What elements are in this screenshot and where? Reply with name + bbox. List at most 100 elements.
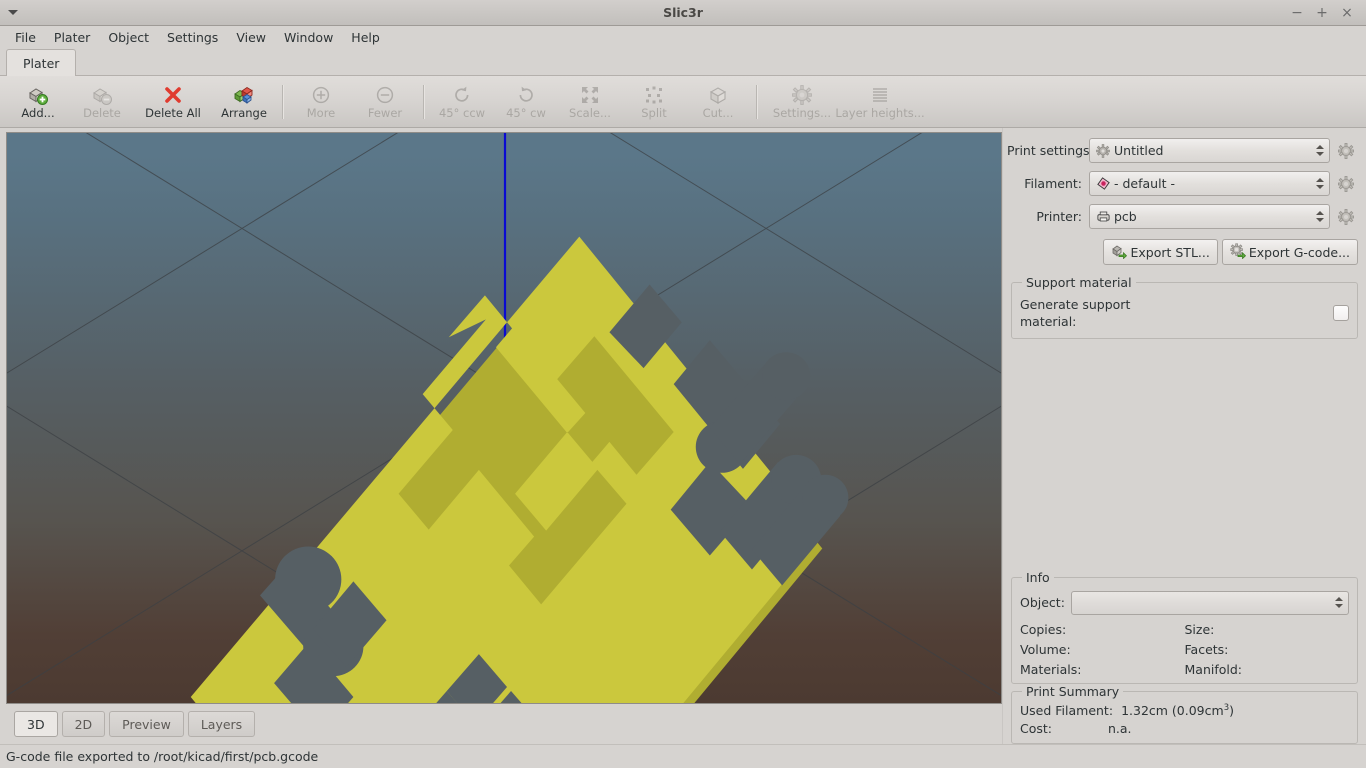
window-menu-button[interactable] [0,0,26,26]
3d-viewport[interactable] [6,132,1002,704]
slic3r-window: Slic3r − + × File Plater Object Settings Vie… [0,0,1366,768]
plater-left-pane: 3D 2D Preview Layers [0,128,1002,744]
window-controls: − + × [1286,3,1366,23]
menu-item-plater[interactable]: Plater [45,28,99,47]
toolbar-button-45-cw: 45° cw [494,78,558,126]
info-field-facets: Facets: [1184,641,1229,657]
status-bar: G-code file exported to /root/kicad/firs… [0,744,1366,768]
cost-label: Cost: [1020,721,1053,736]
filament-spinner[interactable] [1312,173,1327,194]
maximize-button[interactable]: + [1311,3,1333,23]
toolbar-button-label: Cut... [702,106,734,120]
filament-combo[interactable]: - default - [1089,171,1330,196]
object-spinner[interactable] [1331,592,1346,613]
notebook-tab-bar: Plater [0,48,1366,76]
info-field-grid: Copies: Size: Volume: Facets: Materials: Mani… [1020,622,1349,677]
rotate-cw-icon [514,84,538,106]
generate-support-checkbox[interactable] [1333,305,1349,321]
toolbar-button-label: Split [641,106,667,120]
object-combo[interactable] [1070,590,1349,615]
used-filament-label: Used Filament: [1020,702,1114,718]
printer-gear-icon[interactable] [1334,206,1358,228]
window-title: Slic3r [663,5,703,20]
cost-row: Cost: n.a. [1020,721,1349,736]
rotate-ccw-icon [450,84,474,106]
toolbar-button-delete-all[interactable]: Delete All [134,78,212,126]
object-row: Object: [1020,590,1349,615]
filament-value: - default - [1114,176,1175,191]
info-field-materials: Materials: [1020,661,1082,677]
layers-icon [868,84,892,106]
info-field-volume: Volume: [1020,641,1071,657]
menu-item-settings[interactable]: Settings [158,28,227,47]
toolbar-button-scale: Scale... [558,78,622,126]
toolbar-button-label: Settings... [772,106,832,120]
toolbar-button-label: Scale... [569,106,611,120]
menu-item-window[interactable]: Window [275,28,342,47]
toolbar-button-more: More [289,78,353,126]
view-tab-2d[interactable]: 2D [61,711,106,737]
menu-item-file[interactable]: File [6,28,45,47]
menu-item-object[interactable]: Object [99,28,158,47]
cost-value: n.a. [1108,721,1132,736]
menu-item-help[interactable]: Help [342,28,389,47]
toolbar-button-split: Split [622,78,686,126]
printer-combo[interactable]: pcb [1089,204,1330,229]
toolbar-separator [423,84,424,119]
toolbar-button-45-ccw: 45° ccw [430,78,494,126]
main-body: 3D 2D Preview Layers Print settings: Untitl… [0,128,1366,744]
toolbar-button-label: Fewer [367,106,403,120]
info-field-copies: Copies: [1020,621,1067,637]
support-material-body: Generate support material: [1020,296,1349,330]
print-summary-legend: Print Summary [1026,683,1120,699]
notebook-tab-plater[interactable]: Plater [6,49,77,76]
gear-icon [790,84,814,106]
view-tab-layers[interactable]: Layers [187,711,256,737]
filament-spool-icon [1095,176,1111,192]
menu-item-view[interactable]: View [227,28,275,47]
export-stl-icon [1111,243,1128,262]
minus-circle-icon [373,84,397,106]
toolbar-separator [282,84,283,119]
print-settings-label: Print settings: [1007,143,1094,158]
delete-all-icon [161,84,185,106]
menu-bar: File Plater Object Settings View Window Help [0,26,1366,48]
print-settings-combo[interactable]: Untitled [1089,138,1330,163]
toolbar-button-arrange[interactable]: Arrange [212,78,276,126]
info-field-size: Size: [1184,621,1215,637]
export-button-row: Export STL... Export G-code... [1007,239,1358,265]
toolbar-button-label: Layer heights... [835,106,925,120]
export-gcode-button[interactable]: Export G-code... [1221,239,1358,265]
toolbar-button-label: Delete [83,106,121,120]
toolbar-button-label: 45° cw [506,106,546,120]
cog-small-icon [1095,143,1111,159]
print-settings-spinner[interactable] [1312,140,1327,161]
filament-row: Filament: - default - [1007,171,1358,196]
toolbar-button-add[interactable]: Add... [6,78,70,126]
right-pane-spacer [1007,347,1358,570]
printer-spinner[interactable] [1312,206,1327,227]
export-stl-button[interactable]: Export STL... [1103,239,1218,265]
split-icon [642,84,666,106]
view-tab-3d[interactable]: 3D [14,711,58,737]
print-settings-gear-icon[interactable] [1334,140,1358,162]
caret-down-icon [8,10,18,15]
toolbar-button-label: Add... [21,106,55,120]
toolbar-button-delete: Delete [70,78,134,126]
minimize-button[interactable]: − [1286,3,1308,23]
view-tab-preview[interactable]: Preview [109,711,184,737]
arrange-icon [232,84,256,106]
object-label: Object: [1020,595,1065,611]
printer-value: pcb [1114,209,1137,224]
printer-row: Printer: pcb [1007,204,1358,229]
filament-gear-icon[interactable] [1334,173,1358,195]
printer-icon [1095,209,1111,225]
toolbar-button-cut: Cut... [686,78,750,126]
toolbar-button-layer-heights: Layer heights... [835,78,925,126]
cut-cube-icon [706,84,730,106]
close-button[interactable]: × [1336,3,1358,23]
3d-scene [7,133,1001,703]
plater-toolbar: Add... Delete Delete All Arrange More Fewer 45… [0,76,1366,128]
delete-object-icon [90,84,114,106]
print-settings-row: Print settings: Untitled [1007,138,1358,163]
